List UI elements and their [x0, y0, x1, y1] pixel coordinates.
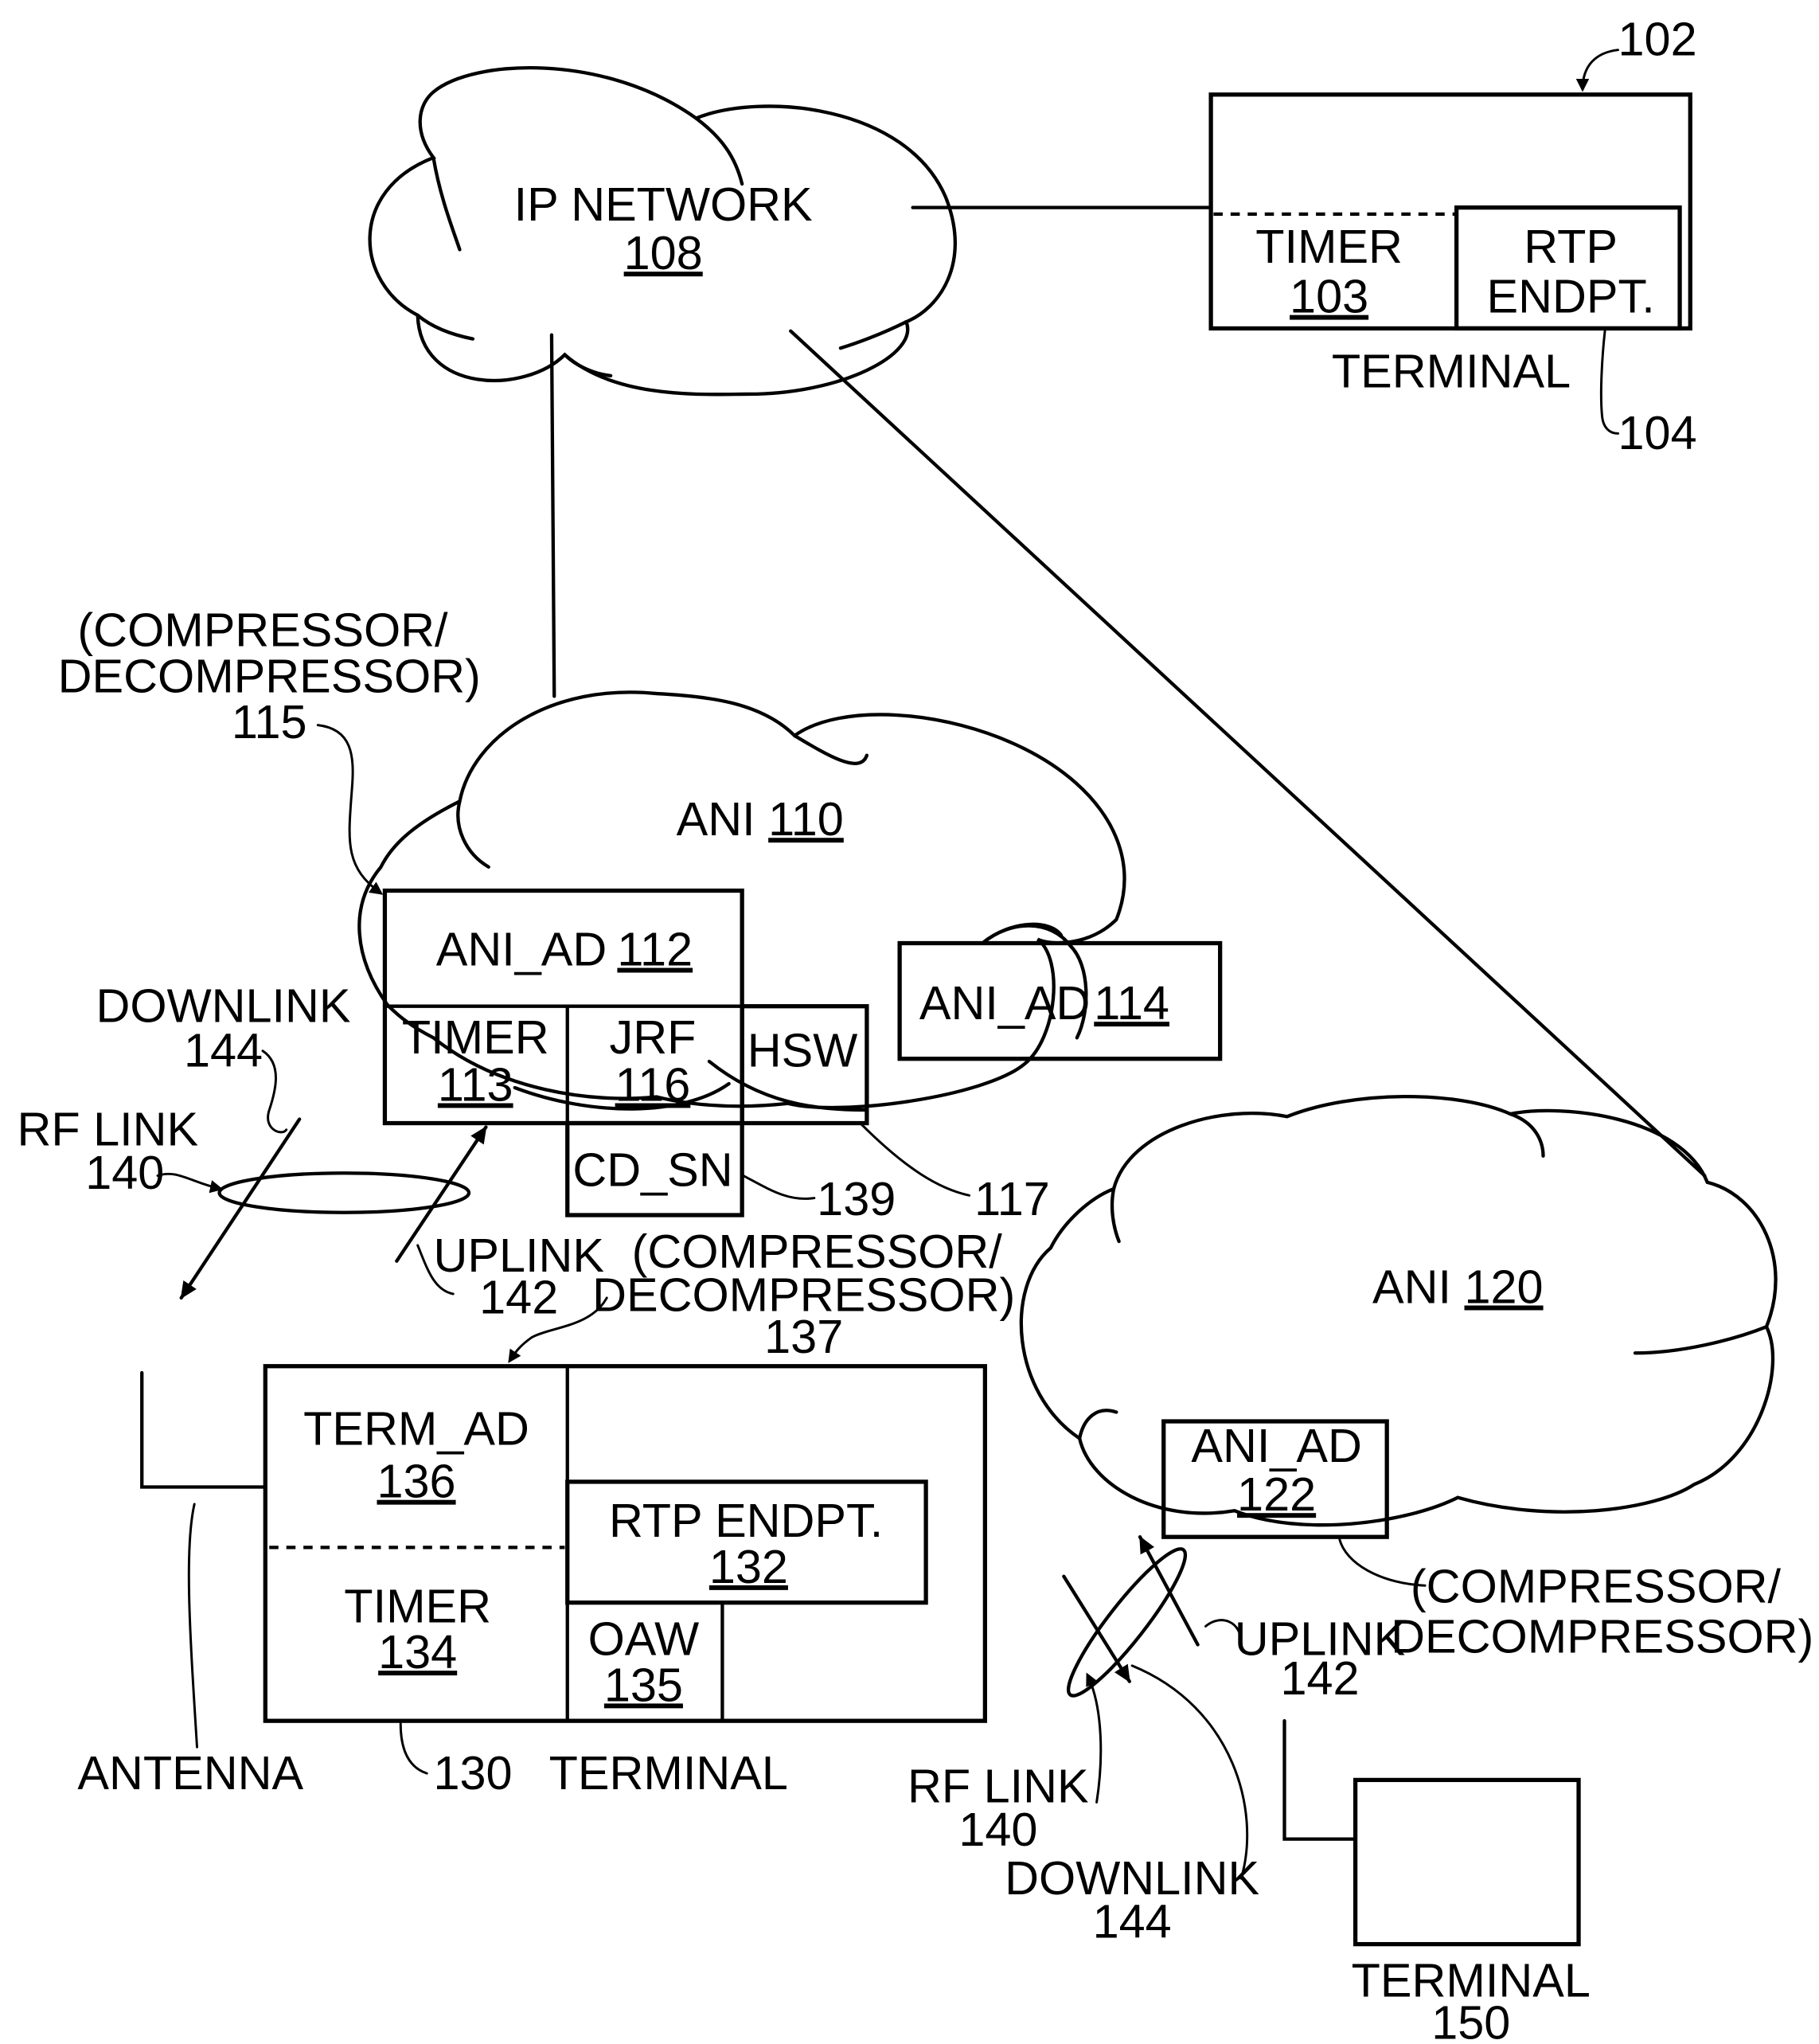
- network-diagram: IP NETWORK 108 TIMER 103 RTP ENDPT. TERM…: [18, 12, 1814, 2044]
- ani-120-label: ANI: [1372, 1260, 1451, 1314]
- link-ip-to-ani-120: [789, 329, 1707, 1178]
- ani-ad-112-ref: 112: [617, 923, 693, 976]
- terminal-150-ref: 150: [1431, 1995, 1510, 2044]
- rf-link-140-ref: 140: [85, 1146, 164, 1199]
- terminal-130-label: TERMINAL: [549, 1746, 788, 1800]
- cd-sn-label: CD_SN: [572, 1143, 732, 1197]
- rtp-endpoint-label-2: ENDPT.: [1487, 270, 1655, 323]
- ip-network-ref: 108: [624, 226, 703, 279]
- ani-ad-114-label: ANI_AD: [919, 976, 1090, 1030]
- ani-ad-122-ref: 122: [1237, 1468, 1316, 1521]
- terminal-130: TERM_AD 136 TIMER 134 RTP ENDPT. 132 OAW…: [77, 1364, 987, 1800]
- hsw-117-ref: 117: [974, 1172, 1050, 1225]
- timer-113-ref: 113: [438, 1057, 513, 1111]
- terminal-102: TIMER 103 RTP ENDPT. TERMINAL 102 104: [1208, 12, 1697, 459]
- compressor-137-ref: 137: [764, 1310, 843, 1363]
- rtp-endpoint-104-ref: 104: [1618, 406, 1697, 459]
- jrf-116-label: JRF: [610, 1010, 697, 1064]
- rtp-endpoint-label-1: RTP: [1524, 220, 1618, 273]
- compressor-122-line1: (COMPRESSOR/: [1411, 1560, 1782, 1613]
- hsw-label: HSW: [748, 1024, 858, 1077]
- ani-110-label: ANI: [677, 792, 755, 846]
- right-downlink-144-ref: 144: [1093, 1894, 1172, 1948]
- ani-ad-114: ANI_AD 114: [897, 924, 1223, 1061]
- term-ad-136-label: TERM_AD: [303, 1402, 529, 1456]
- oaw-135-ref: 135: [604, 1658, 683, 1711]
- antenna-icon: [1282, 1719, 1357, 1841]
- jrf-116-ref: 116: [615, 1057, 691, 1111]
- compressor-115-callout: (COMPRESSOR/ DECOMPRESSOR) 115: [58, 604, 481, 895]
- timer-103-label: TIMER: [1255, 220, 1403, 273]
- terminal-102-label: TERMINAL: [1332, 345, 1571, 398]
- link-ip-to-ani-110: [549, 333, 556, 698]
- ani-ad-114-ref: 114: [1094, 976, 1169, 1030]
- ani-110-ref: 110: [768, 792, 844, 846]
- rtp-endpoint-132-ref: 132: [709, 1540, 788, 1593]
- ani-ad-122-label: ANI_AD: [1191, 1419, 1361, 1472]
- terminal-102-ref: 102: [1618, 12, 1697, 65]
- ip-network-cloud: IP NETWORK 108: [368, 65, 957, 397]
- timer-103-ref: 103: [1290, 270, 1368, 323]
- right-rf-links: UPLINK 142 RF LINK 140 DOWNLINK 144: [908, 1535, 1405, 1948]
- term-ad-136-ref: 136: [377, 1455, 455, 1508]
- terminal-130-ref: 130: [433, 1746, 512, 1800]
- antenna-label: ANTENNA: [77, 1746, 303, 1800]
- timer-113-label: TIMER: [402, 1010, 549, 1064]
- ani-120-ref: 120: [1465, 1260, 1544, 1314]
- downlink-144-ref: 144: [184, 1024, 263, 1077]
- compressor-122-line2: DECOMPRESSOR): [1391, 1609, 1813, 1663]
- uplink-142-ref: 142: [479, 1271, 558, 1324]
- right-uplink-142-ref: 142: [1281, 1651, 1360, 1705]
- ani-ad-112-label: ANI_AD: [436, 923, 607, 976]
- antenna-icon: [140, 1370, 267, 1489]
- compressor-115-ref: 115: [232, 695, 307, 748]
- cd-sn-139-ref: 139: [817, 1172, 896, 1225]
- right-rf-link-140-ref: 140: [958, 1803, 1037, 1856]
- ip-network-label: IP NETWORK: [514, 178, 813, 231]
- ani-120-cloud: ANI 120: [1019, 1094, 1778, 1527]
- timer-134-ref: 134: [378, 1625, 457, 1679]
- terminal-150: TERMINAL 150: [1282, 1719, 1591, 2044]
